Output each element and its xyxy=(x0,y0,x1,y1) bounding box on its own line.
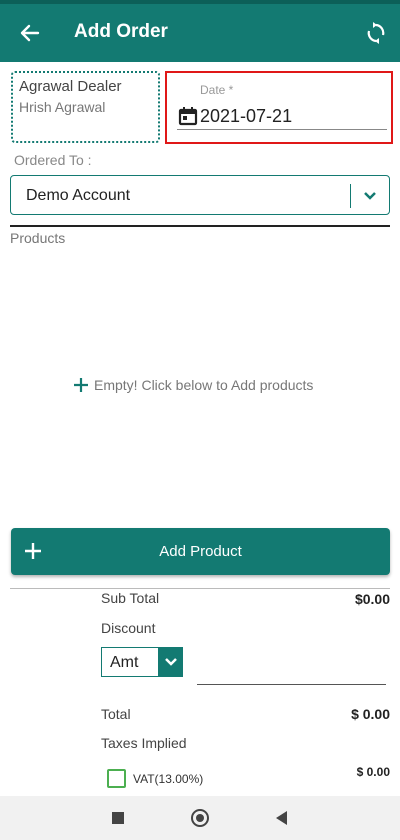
date-value: 2021-07-21 xyxy=(200,106,293,126)
ordered-to-select[interactable]: Demo Account xyxy=(10,175,390,215)
system-nav-bar xyxy=(0,796,400,840)
system-back-button[interactable] xyxy=(276,811,287,825)
date-underline xyxy=(177,129,387,130)
home-button[interactable] xyxy=(191,809,209,827)
products-divider xyxy=(10,225,390,227)
ordered-to-value: Demo Account xyxy=(26,187,131,204)
sync-button[interactable] xyxy=(360,17,392,49)
sync-icon xyxy=(367,22,385,44)
plus-icon xyxy=(74,378,88,392)
discount-label: Discount xyxy=(101,620,156,636)
recents-button[interactable] xyxy=(112,812,124,824)
discount-type-select[interactable]: Amt xyxy=(101,647,183,677)
total-label: Total xyxy=(101,706,131,722)
subtotal-label: Sub Total xyxy=(101,590,160,606)
back-button[interactable] xyxy=(14,18,46,48)
products-label: Products xyxy=(10,230,66,246)
calendar-icon xyxy=(178,107,198,126)
app-bar: Add Order xyxy=(0,4,400,62)
discount-type-value: Amt xyxy=(110,654,139,671)
ordered-to-label: Ordered To : xyxy=(14,152,92,168)
empty-products-message: Empty! Click below to Add products xyxy=(72,376,313,394)
dealer-person: Hrish Agrawal xyxy=(19,99,106,115)
taxes-label: Taxes Implied xyxy=(101,735,187,751)
empty-message-text: Empty! Click below to Add products xyxy=(94,377,314,393)
add-product-button[interactable]: Add Product xyxy=(11,528,390,575)
vat-value: $ 0.00 xyxy=(356,765,390,779)
total-value: $ 0.00 xyxy=(351,706,390,722)
add-product-label: Add Product xyxy=(159,543,242,560)
summary-divider xyxy=(10,588,390,589)
dealer-name: Agrawal Dealer xyxy=(19,78,122,95)
page-title: Add Order xyxy=(74,21,168,42)
subtotal-value: $0.00 xyxy=(354,591,390,607)
date-field[interactable]: Date * 2021-07-21 xyxy=(165,71,393,144)
chevron-down-icon[interactable] xyxy=(158,647,183,677)
arrow-left-icon xyxy=(20,24,40,42)
discount-amount-input[interactable] xyxy=(197,684,386,685)
select-divider xyxy=(350,184,351,208)
vat-checkbox[interactable] xyxy=(107,769,126,788)
chevron-down-icon[interactable] xyxy=(356,184,384,208)
vat-label: VAT(13.00%) xyxy=(133,772,204,786)
date-label: Date * xyxy=(200,83,234,97)
dealer-card[interactable]: Agrawal Dealer Hrish Agrawal xyxy=(11,71,160,143)
